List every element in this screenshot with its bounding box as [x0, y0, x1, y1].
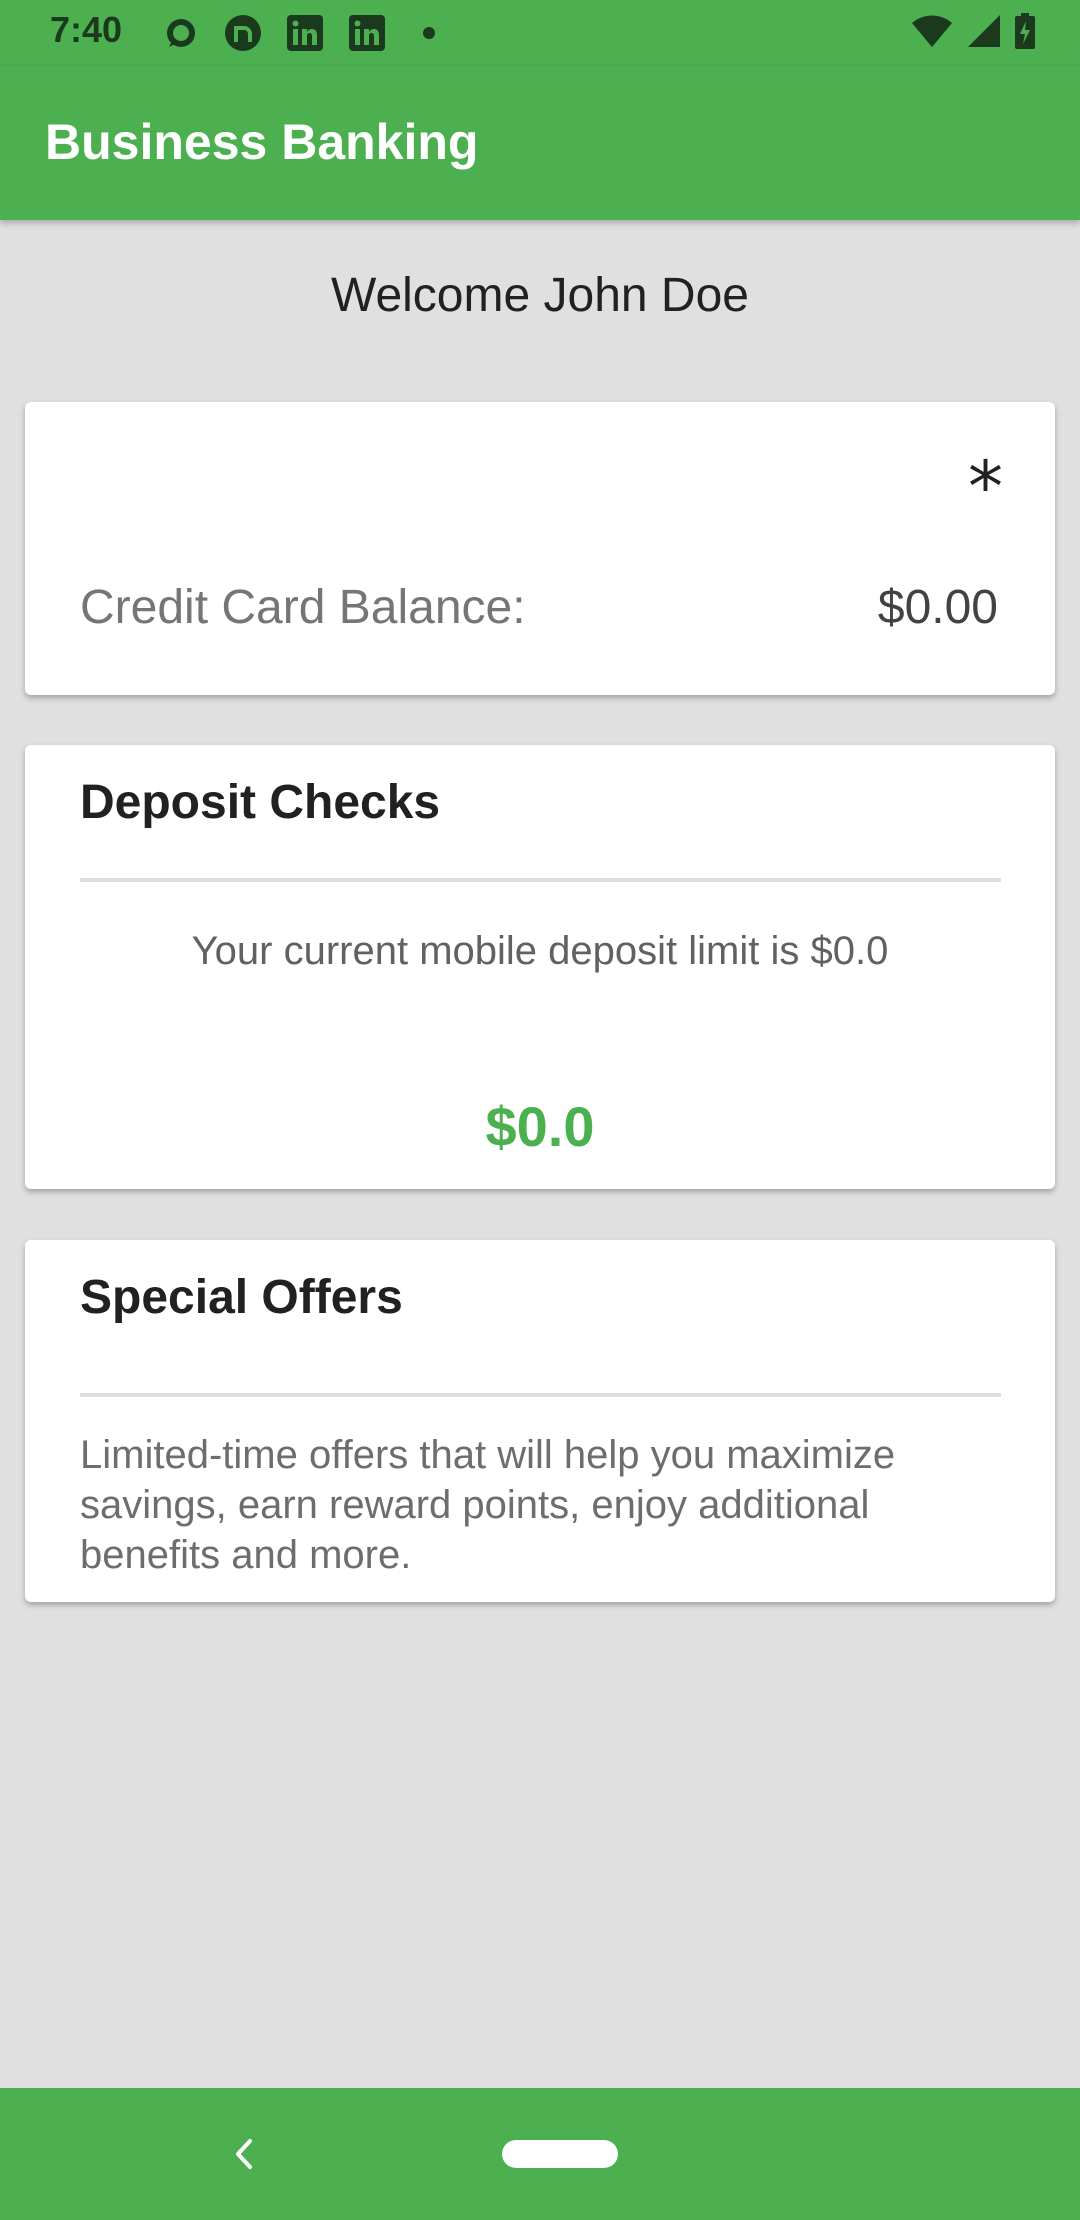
back-icon[interactable]: [220, 2130, 268, 2178]
battery-icon: [1014, 12, 1036, 55]
linkedin-icon: [346, 12, 388, 54]
divider: [80, 878, 1001, 882]
navigation-bar: [0, 2088, 1080, 2220]
nextdoor-icon: [222, 12, 264, 54]
offers-description: Limited-time offers that will help you m…: [80, 1433, 896, 1577]
dot-icon: [408, 12, 450, 54]
status-bar: 7:40: [0, 0, 1080, 66]
app-bar: Business Banking: [0, 66, 1080, 220]
asterisk-icon[interactable]: *: [968, 452, 1003, 522]
deposit-title: Deposit Checks: [80, 776, 441, 829]
status-time: 7:40: [50, 9, 123, 50]
credit-card-balance-card[interactable]: * Credit Card Balance: $0.00: [25, 402, 1055, 695]
notification-icons: [160, 12, 450, 54]
deposit-limit-text: Your current mobile deposit limit is $0.…: [191, 929, 889, 973]
divider: [80, 1393, 1001, 1397]
deposit-amount: $0.0: [485, 1095, 595, 1158]
app-title: Business Banking: [45, 114, 479, 170]
cell-signal-icon: [966, 13, 1002, 54]
deposit-checks-card[interactable]: Deposit Checks Your current mobile depos…: [25, 745, 1055, 1189]
wifi-icon: [910, 13, 954, 54]
system-icons: [910, 12, 1036, 54]
home-pill-icon[interactable]: [502, 2140, 618, 2168]
offers-title: Special Offers: [80, 1271, 403, 1324]
welcome-message: Welcome John Doe: [331, 269, 749, 322]
balance-label: Credit Card Balance:: [80, 581, 526, 634]
special-offers-card[interactable]: Special Offers Limited-time offers that …: [25, 1240, 1055, 1602]
linkedin-icon: [284, 12, 326, 54]
signal-icon: [160, 12, 202, 54]
balance-value: $0.00: [877, 581, 998, 634]
